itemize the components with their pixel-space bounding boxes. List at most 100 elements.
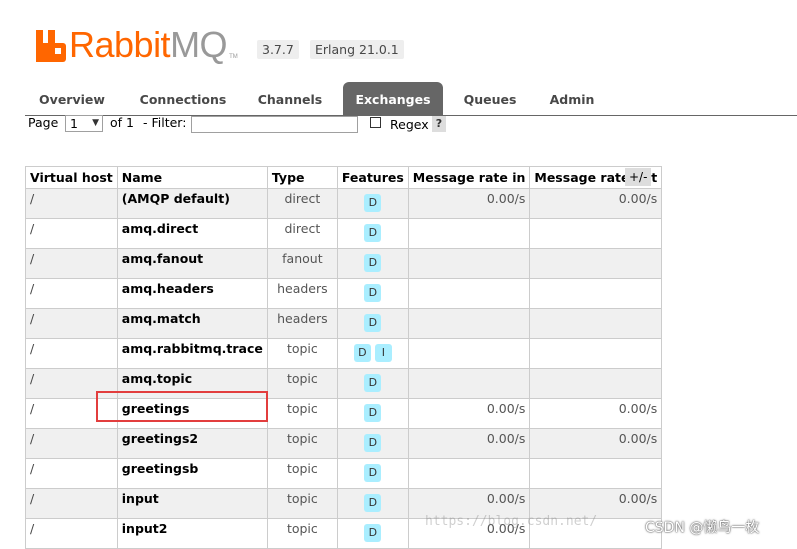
tab-channels[interactable]: Channels xyxy=(247,82,333,115)
cell-features: D xyxy=(336,218,409,249)
chevron-down-icon: ▼ xyxy=(92,118,99,128)
cell-features: D xyxy=(336,308,409,339)
watermark-csdn: CSDN @懒鸟一枚 xyxy=(645,520,760,536)
regex-label: Regex xyxy=(390,117,429,132)
main-nav-tabs: Overview Connections Channels Exchanges … xyxy=(25,82,797,116)
table-row: / amq.rabbitmq.trace topic DI xyxy=(25,338,663,369)
cell-rate-in: 0.00/s xyxy=(407,398,531,429)
feature-durable-badge: D xyxy=(364,464,382,482)
cell-type: topic xyxy=(266,458,338,489)
cell-features: D xyxy=(336,368,409,399)
cell-rate-out xyxy=(529,308,663,339)
cell-type: topic xyxy=(266,338,338,369)
cell-features: D xyxy=(336,488,409,519)
exchange-name-link[interactable]: (AMQP default) xyxy=(116,188,268,219)
cell-features: D xyxy=(336,278,409,309)
exchange-name-link[interactable]: greetings2 xyxy=(116,428,268,459)
table-row: / amq.fanout fanout D xyxy=(25,248,663,279)
column-toggle-button[interactable]: +/- xyxy=(625,168,652,186)
feature-durable-badge: D xyxy=(364,374,382,392)
cell-vhost: / xyxy=(25,428,118,459)
cell-type: direct xyxy=(266,188,338,219)
cell-rate-in xyxy=(407,278,531,309)
cell-rate-in xyxy=(407,368,531,399)
cell-type: fanout xyxy=(266,248,338,279)
logo-rabbit-text: Rabbit xyxy=(69,24,171,65)
feature-durable-badge: D xyxy=(364,254,382,272)
exchange-name-link[interactable]: greetingsb xyxy=(116,458,268,489)
cell-type: topic xyxy=(266,398,338,429)
cell-vhost: / xyxy=(25,518,118,549)
table-header-row: Virtual host Name Type Features Message … xyxy=(25,166,663,189)
regex-help-button[interactable]: ? xyxy=(432,116,446,132)
feature-durable-badge: D xyxy=(364,224,382,242)
exchange-name-link[interactable]: amq.match xyxy=(116,308,268,339)
cell-features: D xyxy=(336,398,409,429)
feature-durable-badge: D xyxy=(364,434,382,452)
rabbit-logo-icon xyxy=(36,30,66,62)
filter-input[interactable] xyxy=(191,116,358,133)
exchange-name-link[interactable]: amq.headers xyxy=(116,278,268,309)
cell-features: D xyxy=(336,518,409,549)
exchanges-table: Virtual host Name Type Features Message … xyxy=(25,166,663,549)
col-virtual-host: Virtual host xyxy=(25,166,118,189)
tab-overview[interactable]: Overview xyxy=(25,82,119,115)
feature-durable-badge: D xyxy=(364,284,382,302)
feature-internal-badge: I xyxy=(374,344,392,362)
tab-exchanges[interactable]: Exchanges xyxy=(343,82,443,115)
feature-durable-badge: D xyxy=(364,314,382,332)
cell-rate-out xyxy=(529,368,663,399)
exchange-name-link[interactable]: amq.fanout xyxy=(116,248,268,279)
filter-label: - Filter: xyxy=(143,115,187,130)
cell-type: headers xyxy=(266,308,338,339)
tab-queues[interactable]: Queues xyxy=(453,82,527,115)
cell-type: topic xyxy=(266,518,338,549)
cell-features: DI xyxy=(336,338,409,369)
feature-durable-badge: D xyxy=(364,524,382,542)
logo-wordmark: RabbitMQ xyxy=(69,27,228,63)
cell-rate-in xyxy=(407,248,531,279)
page-select[interactable]: 1 ▼ xyxy=(65,115,103,132)
cell-type: topic xyxy=(266,488,338,519)
watermark-url: https://blog.csdn.net/ xyxy=(425,514,598,529)
col-name[interactable]: Name xyxy=(116,166,268,189)
version-badge: 3.7.7 xyxy=(257,40,299,59)
cell-features: D xyxy=(336,428,409,459)
erlang-version-badge: Erlang 21.0.1 xyxy=(310,40,404,59)
cell-rate-in xyxy=(407,308,531,339)
feature-durable-badge: D xyxy=(364,494,382,512)
tab-admin[interactable]: Admin xyxy=(539,82,605,115)
tab-connections[interactable]: Connections xyxy=(126,82,240,115)
cell-type: topic xyxy=(266,368,338,399)
cell-features: D xyxy=(336,188,409,219)
red-highlight-box xyxy=(96,391,268,422)
rabbitmq-logo: RabbitMQ TM xyxy=(36,22,238,63)
exchange-name-link[interactable]: input2 xyxy=(116,518,268,549)
regex-checkbox[interactable] xyxy=(370,117,381,128)
cell-vhost: / xyxy=(25,458,118,489)
exchange-name-link[interactable]: amq.direct xyxy=(116,218,268,249)
cell-type: topic xyxy=(266,428,338,459)
cell-rate-in xyxy=(407,458,531,489)
cell-rate-in xyxy=(407,218,531,249)
col-message-rate-in[interactable]: Message rate in xyxy=(407,166,531,189)
feature-durable-badge: D xyxy=(364,194,382,212)
cell-vhost: / xyxy=(25,338,118,369)
page-count-label: of 1 xyxy=(110,115,134,130)
table-row: / amq.match headers D xyxy=(25,308,663,339)
cell-rate-in: 0.00/s xyxy=(407,428,531,459)
logo-mq-text: MQ xyxy=(170,24,228,65)
feature-durable-badge: D xyxy=(364,404,382,422)
exchange-name-link[interactable]: amq.rabbitmq.trace xyxy=(116,338,268,369)
cell-rate-out: 0.00/s xyxy=(529,398,663,429)
cell-type: direct xyxy=(266,218,338,249)
col-type[interactable]: Type xyxy=(266,166,338,189)
table-row: / greetingsb topic D xyxy=(25,458,663,489)
table-row: / greetings2 topic D 0.00/s 0.00/s xyxy=(25,428,663,459)
feature-durable-badge: D xyxy=(353,344,371,362)
cell-rate-out xyxy=(529,218,663,249)
cell-vhost: / xyxy=(25,278,118,309)
cell-features: D xyxy=(336,248,409,279)
table-row: / amq.direct direct D xyxy=(25,218,663,249)
exchange-name-link[interactable]: input xyxy=(116,488,268,519)
